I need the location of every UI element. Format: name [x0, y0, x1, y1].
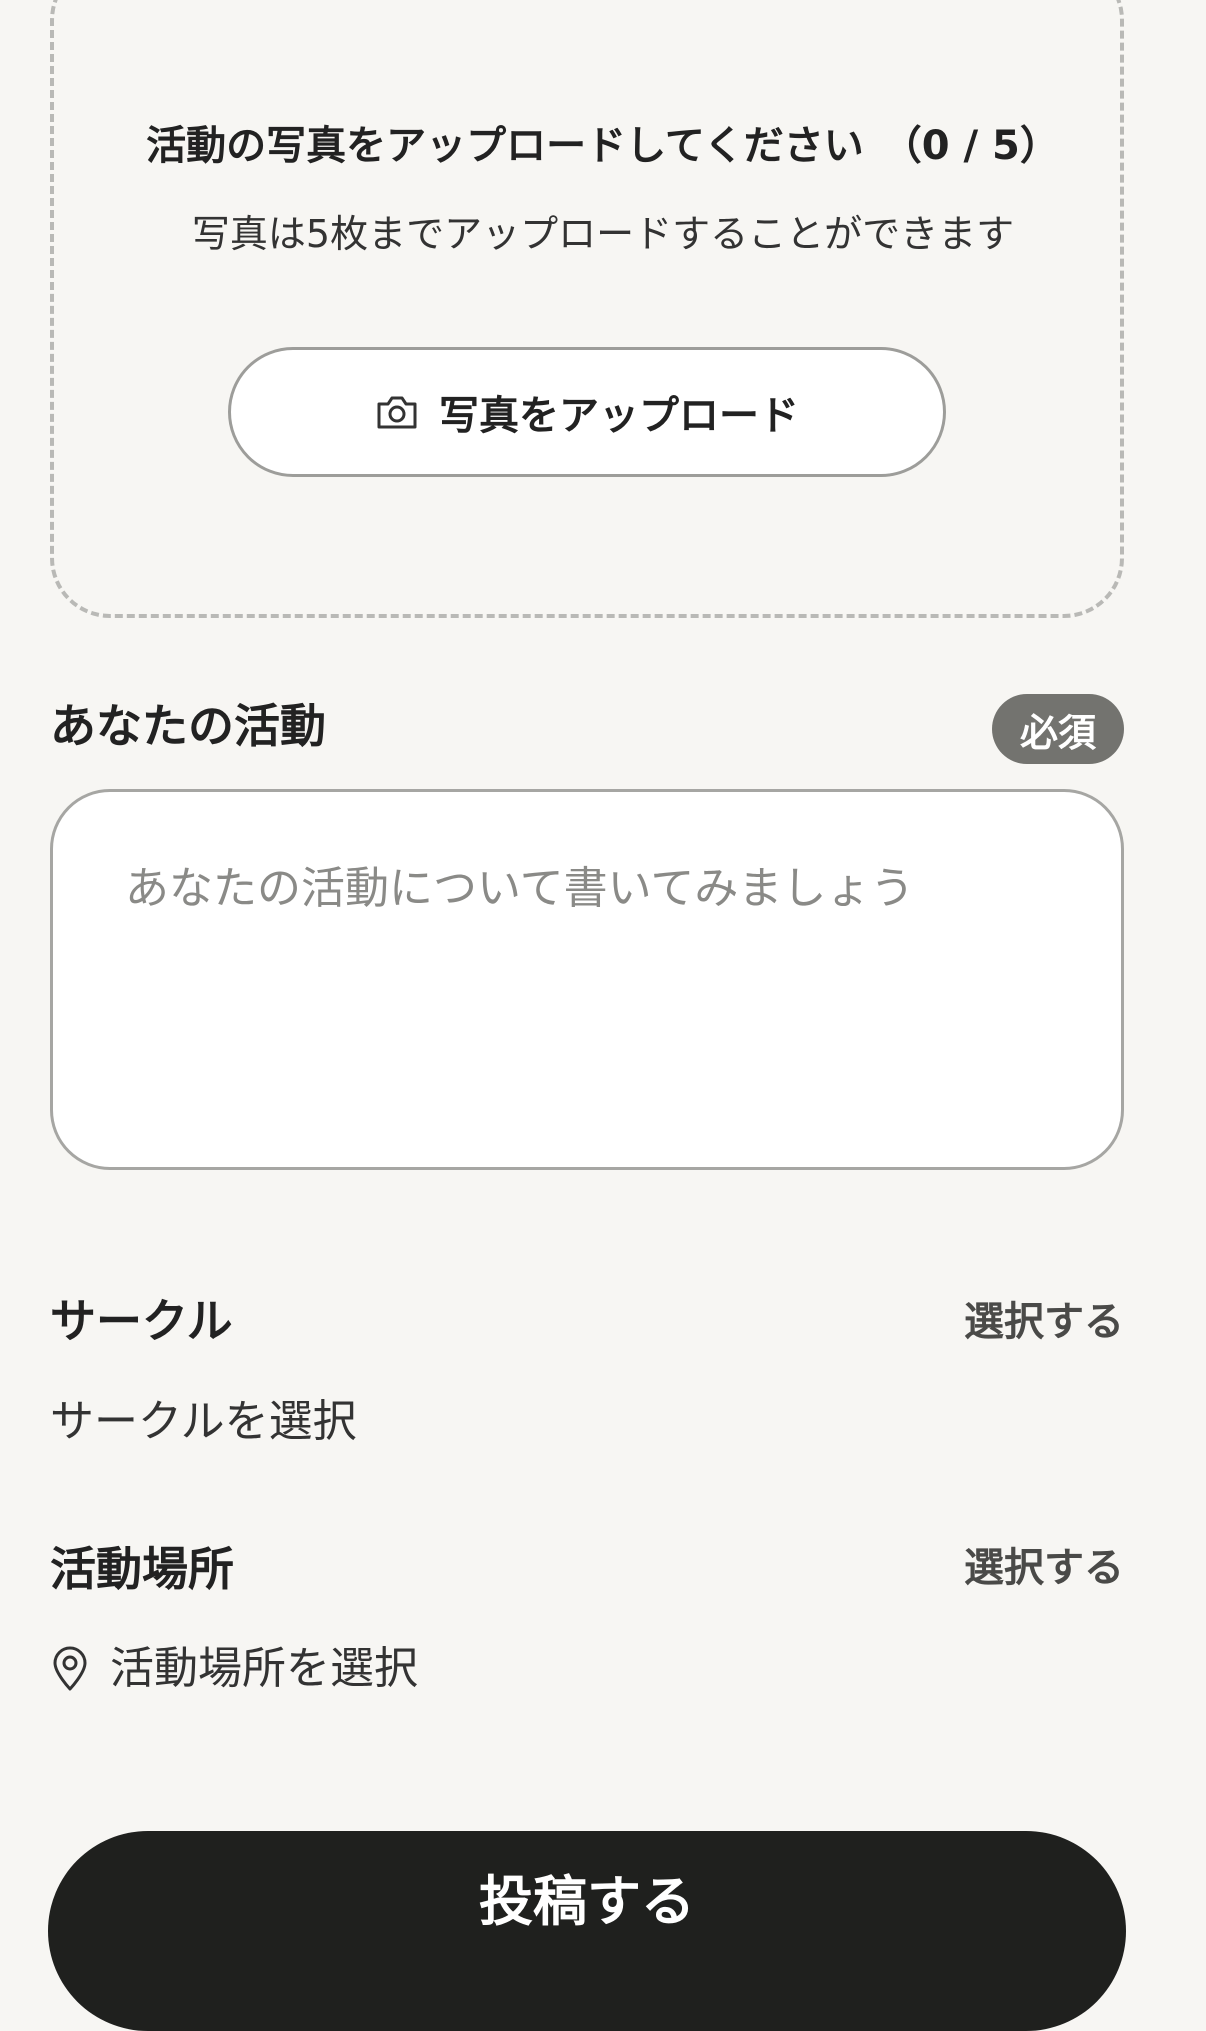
location-label: 活動場所: [50, 1542, 234, 1596]
upload-title: 活動の写真をアップロードしてください （0 / 5）: [0, 118, 1206, 174]
submit-post-button-label: 投稿する: [479, 1869, 695, 1933]
upload-photo-button-label: 写真をアップロード: [439, 393, 799, 439]
required-badge: 必須: [992, 694, 1124, 764]
upload-title-text: 活動の写真をアップロードしてください: [146, 123, 864, 169]
location-select-value[interactable]: 活動場所を選択: [50, 1637, 418, 1701]
photo-upload-dropzone[interactable]: [50, 0, 1124, 618]
activity-textarea[interactable]: [50, 789, 1124, 1170]
location-select-value-text: 活動場所を選択: [110, 1643, 418, 1694]
upload-count: （0 / 5）: [881, 123, 1060, 169]
camera-icon: [375, 394, 419, 430]
circle-select-button[interactable]: 選択する: [964, 1294, 1124, 1350]
upload-photo-button[interactable]: 写真をアップロード: [228, 347, 946, 477]
circle-label: サークル: [50, 1294, 233, 1348]
location-select-button[interactable]: 選択する: [964, 1540, 1124, 1596]
circle-select-value-text: サークルを選択: [50, 1396, 357, 1447]
submit-post-button[interactable]: 投稿する: [48, 1831, 1126, 2031]
upload-subtitle: 写真は5枚までアップロードすることができます: [191, 212, 1015, 256]
location-pin-icon: [50, 1646, 90, 1692]
activity-label: あなたの活動: [50, 699, 326, 753]
circle-select-value[interactable]: サークルを選択: [50, 1390, 357, 1454]
